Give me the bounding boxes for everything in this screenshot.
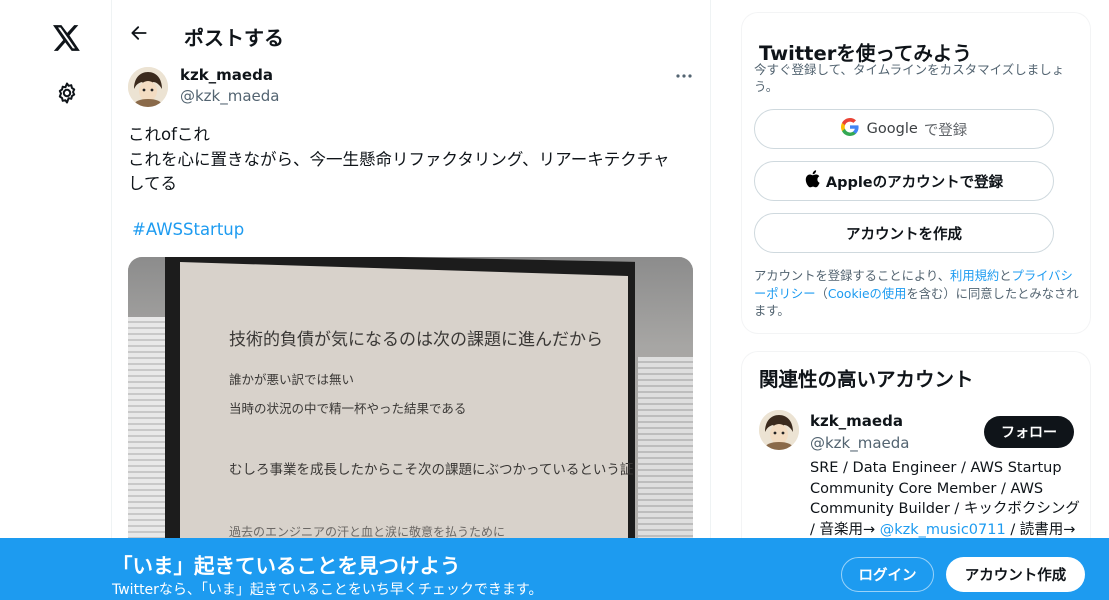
related-account-bio: SRE / Data Engineer / AWS Startup Commun… <box>810 458 1080 540</box>
google-icon <box>840 118 859 140</box>
bio-line: SRE / Data Engineer / AWS Startup <box>810 460 1062 476</box>
login-button[interactable]: ログイン <box>841 557 934 592</box>
avatar[interactable] <box>759 410 799 450</box>
post-header: ポストする <box>112 0 710 53</box>
banner-title: 「いま」起きていることを見つけよう <box>112 554 461 578</box>
terms-and: と <box>999 269 1012 283</box>
apple-signup-label: Appleのアカウントで登録 <box>825 174 1004 191</box>
more-dots-icon[interactable] <box>669 66 699 86</box>
cookie-link[interactable]: Cookieの使用 <box>828 287 907 301</box>
arrow-left-icon[interactable] <box>124 18 154 48</box>
slide-text: むしろ事業を成長したからこそ次の課題にぶつかっているという証 <box>229 462 634 478</box>
author-name[interactable]: kzk_maeda <box>180 66 273 84</box>
terms-link[interactable]: 利用規約 <box>950 269 999 283</box>
signup-button[interactable]: アカウント作成 <box>946 557 1085 592</box>
bio-text: / 音楽用→ <box>810 521 876 538</box>
post-text-line: これofこれ <box>128 125 210 144</box>
google-signup-button[interactable]: Google で登録 <box>754 109 1054 149</box>
image-blinds <box>638 357 693 557</box>
page-title: ポストする <box>184 26 284 50</box>
signup-banner: 「いま」起きていることを見つけよう Twitterなら、「いま」起きていることを… <box>0 538 1109 600</box>
post-text-line: してる <box>128 174 178 193</box>
author-handle[interactable]: @kzk_maeda <box>180 87 280 105</box>
avatar[interactable] <box>128 67 168 107</box>
main-column: ポストする kzk_maeda @kzk_maeda これofこれ これを心に置… <box>112 0 711 600</box>
terms-paren: （ <box>815 286 828 301</box>
create-account-label: アカウントを作成 <box>846 226 962 243</box>
terms-text: アカウントを登録することにより、利用規約とプライバシーポリシー（Cookieの使… <box>754 268 1084 321</box>
banner-subtitle: Twitterなら、「いま」起きていることをいち早くチェックできます。 <box>112 582 543 598</box>
related-account-name[interactable]: kzk_maeda <box>810 412 903 430</box>
gear-icon[interactable] <box>47 73 87 113</box>
post-text: これofこれ これを心に置きながら、今一生懸命リファクタリング、リアーキテクチャ… <box>128 123 698 197</box>
bio-line: / 音楽用→ @kzk_music0711 / 読書用→ <box>810 520 1080 541</box>
x-logo-icon[interactable] <box>47 18 87 58</box>
create-account-button[interactable]: アカウントを作成 <box>754 213 1054 253</box>
apple-signup-button[interactable]: Appleのアカウントで登録 <box>754 161 1054 201</box>
bio-line: Community Core Member / AWS <box>810 480 1044 497</box>
left-nav <box>0 0 112 600</box>
follow-button[interactable]: フォロー <box>984 416 1074 448</box>
signup-card-subtitle: 今すぐ登録して、タイムラインをカスタマイズしましょう。 <box>754 62 1065 94</box>
hashtag-link[interactable]: #AWSStartup <box>132 220 244 239</box>
slide-text: 当時の状況の中で精一杯やった結果である <box>229 401 467 416</box>
signup-card: Twitterを使ってみよう 今すぐ登録して、タイムラインをカスタマイズしましょ… <box>742 13 1090 333</box>
google-signup-label: Google <box>866 121 918 137</box>
slide-text: 技術的負債が気になるのは次の課題に進んだから <box>229 330 603 350</box>
google-signup-suffix: で登録 <box>923 122 968 139</box>
terms-prefix: アカウントを登録することにより、 <box>754 269 951 283</box>
slide-text: 誰かが悪い訳では無い <box>229 372 355 387</box>
post-image[interactable]: 技術的負債が気になるのは次の課題に進んだから 誰かが悪い訳では無い 当時の状況の… <box>128 257 693 557</box>
post-text-line: これを心に置きながら、今一生懸命リファクタリング、リアーキテクチャ <box>128 149 670 169</box>
apple-icon <box>805 170 820 192</box>
bio-mention-link[interactable]: @kzk_music0711 <box>880 522 1006 538</box>
related-accounts-title: 関連性の高いアカウント <box>759 368 974 391</box>
bio-text: / 読書用→ <box>1010 521 1076 538</box>
bio-line: Community Builder / キックボクシング <box>810 501 1080 517</box>
related-account-handle[interactable]: @kzk_maeda <box>810 434 910 452</box>
